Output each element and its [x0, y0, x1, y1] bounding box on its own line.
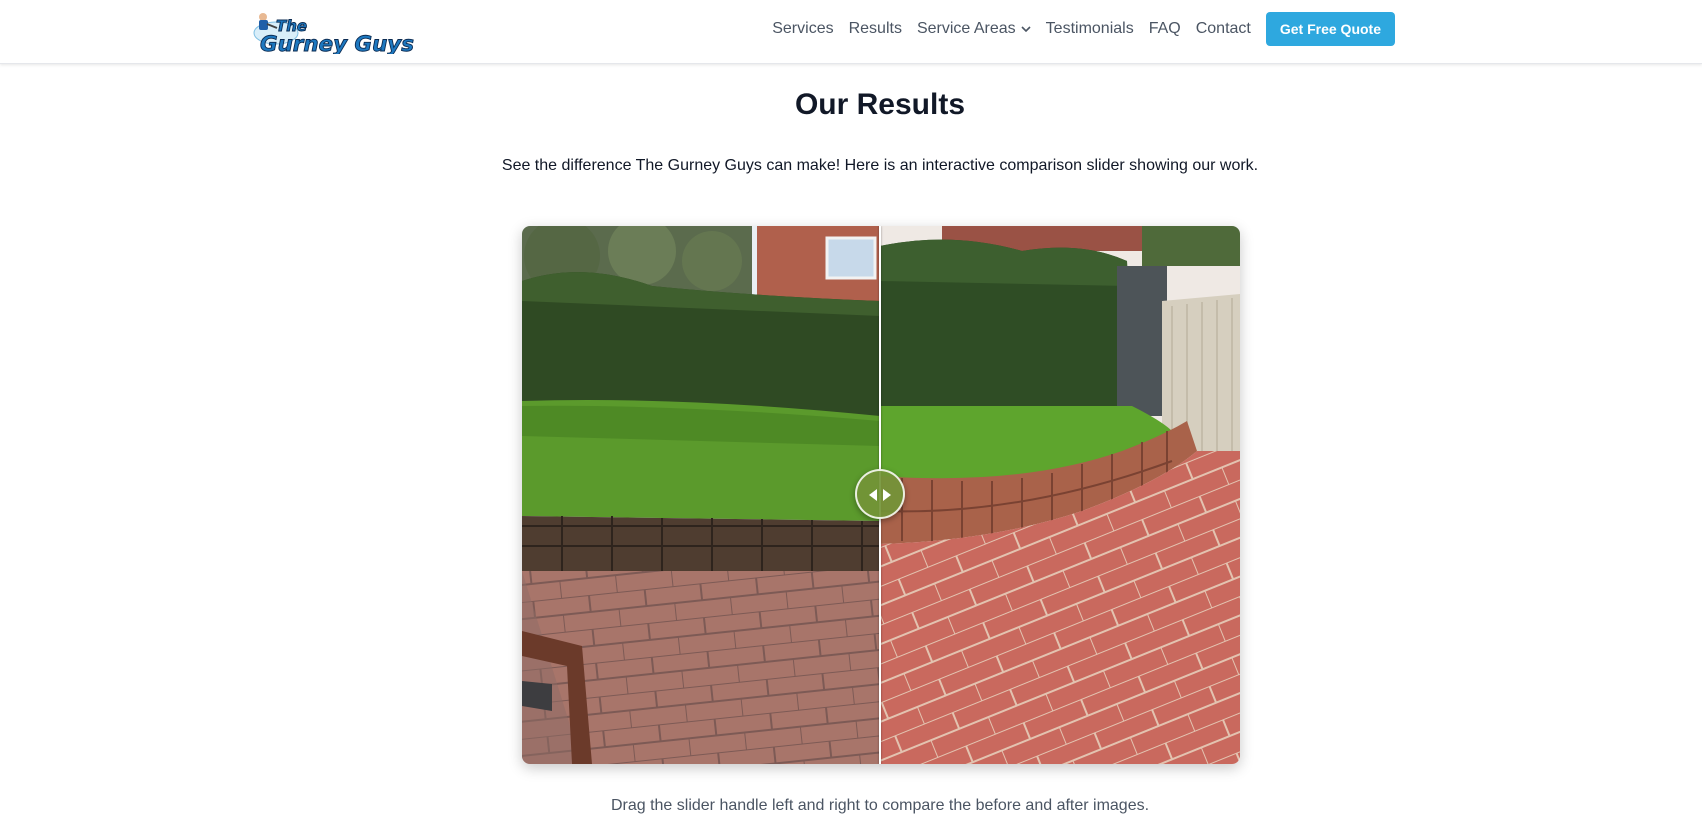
chevron-down-icon [1021, 26, 1031, 32]
section-title: Our Results [794, 88, 966, 121]
arrow-left-icon [869, 489, 877, 501]
slider-caption: Drag the slider handle left and right to… [610, 797, 1150, 814]
nav-link-testimonials[interactable]: Testimonials [1046, 20, 1134, 38]
before-after-slider[interactable] [522, 226, 1240, 764]
site-logo[interactable]: The Gurney Guys [246, 4, 418, 56]
nav-link-services[interactable]: Services [772, 20, 833, 38]
get-free-quote-button[interactable]: Get Free Quote [1265, 12, 1395, 46]
nav-link-service-areas-label: Service Areas [916, 20, 1016, 37]
section-subtitle: See the difference The Gurney Guys can m… [501, 157, 1259, 174]
site-header: The Gurney Guys Services Results Service… [0, 0, 1702, 64]
nav-link-results[interactable]: Results [849, 20, 902, 38]
nav-link-contact[interactable]: Contact [1196, 20, 1251, 38]
nav-link-faq[interactable]: FAQ [1149, 20, 1181, 38]
svg-text:Gurney Guys: Gurney Guys [260, 32, 414, 54]
gurney-guys-logo-icon: The Gurney Guys [253, 13, 414, 56]
after-image [879, 226, 1240, 764]
slider-handle[interactable] [855, 469, 905, 519]
nav-link-service-areas[interactable]: Service Areas [917, 20, 1031, 38]
arrow-right-icon [883, 489, 891, 501]
main-nav: Services Results Service Areas Testimoni… [757, 0, 1395, 58]
before-image [522, 226, 880, 764]
